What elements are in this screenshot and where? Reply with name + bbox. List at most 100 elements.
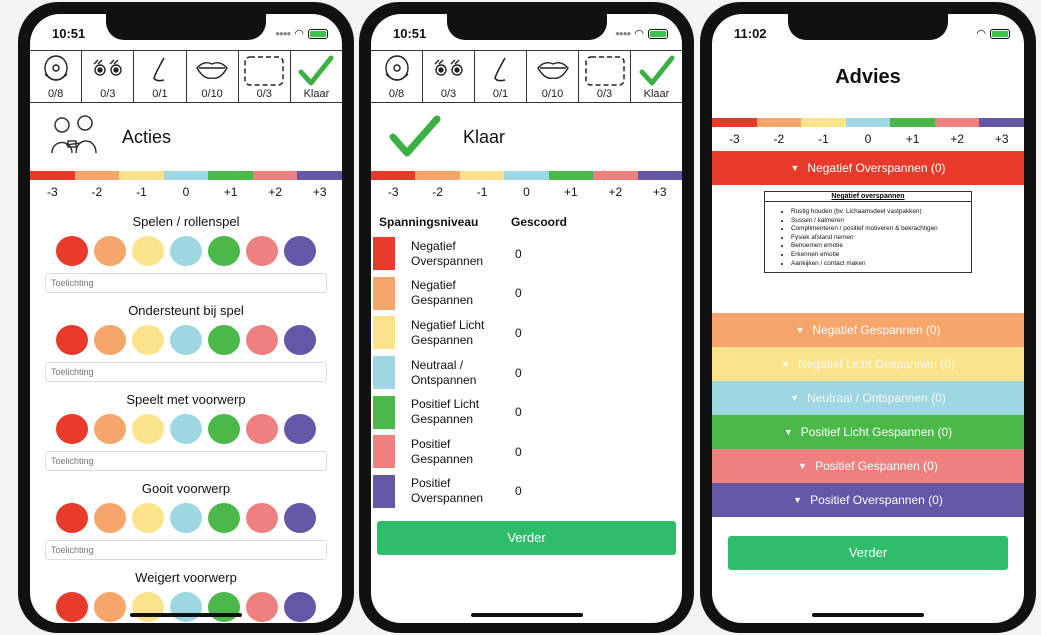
rating-option[interactable] xyxy=(56,414,88,444)
tab-mouth[interactable]: 0/10 xyxy=(187,51,239,102)
caret-down-icon: ▼ xyxy=(793,495,803,505)
rating-option[interactable] xyxy=(246,592,278,622)
rating-option[interactable] xyxy=(208,414,240,444)
scale-labels: -3 -2 -1 0 +1 +2 +3 xyxy=(712,127,1024,151)
rating-option[interactable] xyxy=(56,592,88,622)
rating-option[interactable] xyxy=(208,325,240,355)
level-table: Negatief Overspannen 0 Negatief Gespannen 0… xyxy=(371,234,682,511)
tab-checkmark[interactable]: Klaar xyxy=(291,51,342,102)
tab-count: 0/1 xyxy=(492,88,509,100)
level-score: 0 xyxy=(515,484,522,499)
accordion-header[interactable]: ▼ Neutraal / Ontspannen (0) xyxy=(712,381,1024,415)
accordion-header[interactable]: ▼ Negatief Overspannen (0) xyxy=(712,151,1024,185)
accordion-header[interactable]: ▼ Positief Overspannen (0) xyxy=(712,483,1024,517)
level-name: Neutraal / Ontspannen xyxy=(411,357,477,387)
advice-item: Sussen / kalmeren xyxy=(791,217,971,226)
scale-label: -3 xyxy=(46,185,58,199)
tab-dashed-box[interactable]: 0/3 xyxy=(579,51,631,102)
level-score: 0 xyxy=(515,444,522,459)
note-input[interactable] xyxy=(45,451,327,471)
advice-accordion: ▼ Negatief Overspannen (0) Negatief oversp… xyxy=(712,151,1024,517)
tab-nose[interactable]: 0/1 xyxy=(475,51,527,102)
rating-option[interactable] xyxy=(284,325,316,355)
rating-option[interactable] xyxy=(170,236,202,266)
rating-option[interactable] xyxy=(170,414,202,444)
rating-option[interactable] xyxy=(284,503,316,533)
wifi-icon: ◠ xyxy=(634,28,644,40)
rating-option[interactable] xyxy=(208,592,240,622)
color-segment xyxy=(30,171,75,180)
rating-option[interactable] xyxy=(246,414,278,444)
rating-option[interactable] xyxy=(56,503,88,533)
accordion-header[interactable]: ▼ Positief Gespannen (0) xyxy=(712,449,1024,483)
rating-option[interactable] xyxy=(246,503,278,533)
tab-checkmark[interactable]: Klaar xyxy=(631,51,682,102)
phone-frame-acties: 10:51 ●●●● ◠ 0/8 0/3 0/1 0/10 0/3 Klaar xyxy=(18,2,354,633)
rating-option[interactable] xyxy=(132,503,164,533)
notch xyxy=(788,14,948,40)
tab-nose[interactable]: 0/1 xyxy=(134,51,187,102)
rating-option[interactable] xyxy=(284,414,316,444)
wifi-icon: ◠ xyxy=(976,28,986,40)
tab-mouth[interactable]: 0/10 xyxy=(527,51,579,102)
color-segment xyxy=(890,118,935,127)
scale-labels: -3 -2 -1 0 +1 +2 +3 xyxy=(30,180,342,204)
rating-option[interactable] xyxy=(94,592,126,622)
scale-label: 0 xyxy=(864,132,872,146)
scale-label: -3 xyxy=(728,132,740,146)
color-segment xyxy=(504,171,549,180)
level-row: Negatief Licht Gespannen 0 xyxy=(373,313,682,353)
caret-down-icon: ▼ xyxy=(783,427,793,437)
two-people-icon xyxy=(51,115,97,154)
rating-circles xyxy=(30,503,342,533)
rating-option[interactable] xyxy=(132,592,164,622)
question-label: Ondersteunt bij spel xyxy=(128,303,244,318)
level-name: Negatief Gespannen xyxy=(411,278,474,308)
verder-button[interactable]: Verder xyxy=(728,536,1008,570)
rating-option[interactable] xyxy=(132,414,164,444)
rating-option[interactable] xyxy=(94,236,126,266)
rating-option[interactable] xyxy=(284,236,316,266)
tab-face[interactable]: 0/8 xyxy=(371,51,423,102)
rating-option[interactable] xyxy=(56,325,88,355)
level-row: Neutraal / Ontspannen 0 xyxy=(373,353,682,393)
verder-button[interactable]: Verder xyxy=(377,521,676,555)
accordion-header[interactable]: ▼ Negatief Gespannen (0) xyxy=(712,313,1024,347)
rating-option[interactable] xyxy=(170,592,202,622)
accordion-label: Negatief Overspannen (0) xyxy=(807,161,946,175)
rating-option[interactable] xyxy=(132,325,164,355)
color-scale-bar xyxy=(371,171,682,180)
battery-icon xyxy=(990,28,1010,39)
rating-option[interactable] xyxy=(246,325,278,355)
tab-dashed-box[interactable]: 0/3 xyxy=(239,51,291,102)
note-input[interactable] xyxy=(45,273,327,293)
status-time: 10:51 xyxy=(393,26,427,41)
color-segment xyxy=(459,171,505,180)
accordion-header[interactable]: ▼ Positief Licht Gespannen (0) xyxy=(712,415,1024,449)
accordion-header[interactable]: ▼ Negatief Licht Gespannen (0) xyxy=(712,347,1024,381)
rating-option[interactable] xyxy=(170,325,202,355)
rating-option[interactable] xyxy=(208,236,240,266)
tab-eyes[interactable]: 0/3 xyxy=(82,51,135,102)
tab-face[interactable]: 0/8 xyxy=(30,51,83,102)
rating-option[interactable] xyxy=(132,236,164,266)
rating-option[interactable] xyxy=(56,236,88,266)
rating-option[interactable] xyxy=(94,325,126,355)
face-tabs: 0/8 0/3 0/1 0/10 0/3 Klaar xyxy=(371,50,682,103)
note-input[interactable] xyxy=(45,362,327,382)
scale-label: +2 xyxy=(950,132,965,146)
level-row: Negatief Overspannen 0 xyxy=(373,234,682,274)
rating-option[interactable] xyxy=(94,414,126,444)
level-score: 0 xyxy=(515,325,522,340)
rating-option[interactable] xyxy=(208,503,240,533)
rating-option[interactable] xyxy=(246,236,278,266)
note-input[interactable] xyxy=(45,540,327,560)
rating-option[interactable] xyxy=(94,503,126,533)
rating-option[interactable] xyxy=(284,592,316,622)
rating-option[interactable] xyxy=(170,503,202,533)
tab-eyes[interactable]: 0/3 xyxy=(423,51,475,102)
scale-label: +3 xyxy=(652,185,667,199)
color-segment xyxy=(119,171,164,180)
advice-list: Rustig houden (bv. Lichaamsdeel vastpakk… xyxy=(791,208,971,268)
level-name: Positief Gespannen xyxy=(411,436,474,466)
